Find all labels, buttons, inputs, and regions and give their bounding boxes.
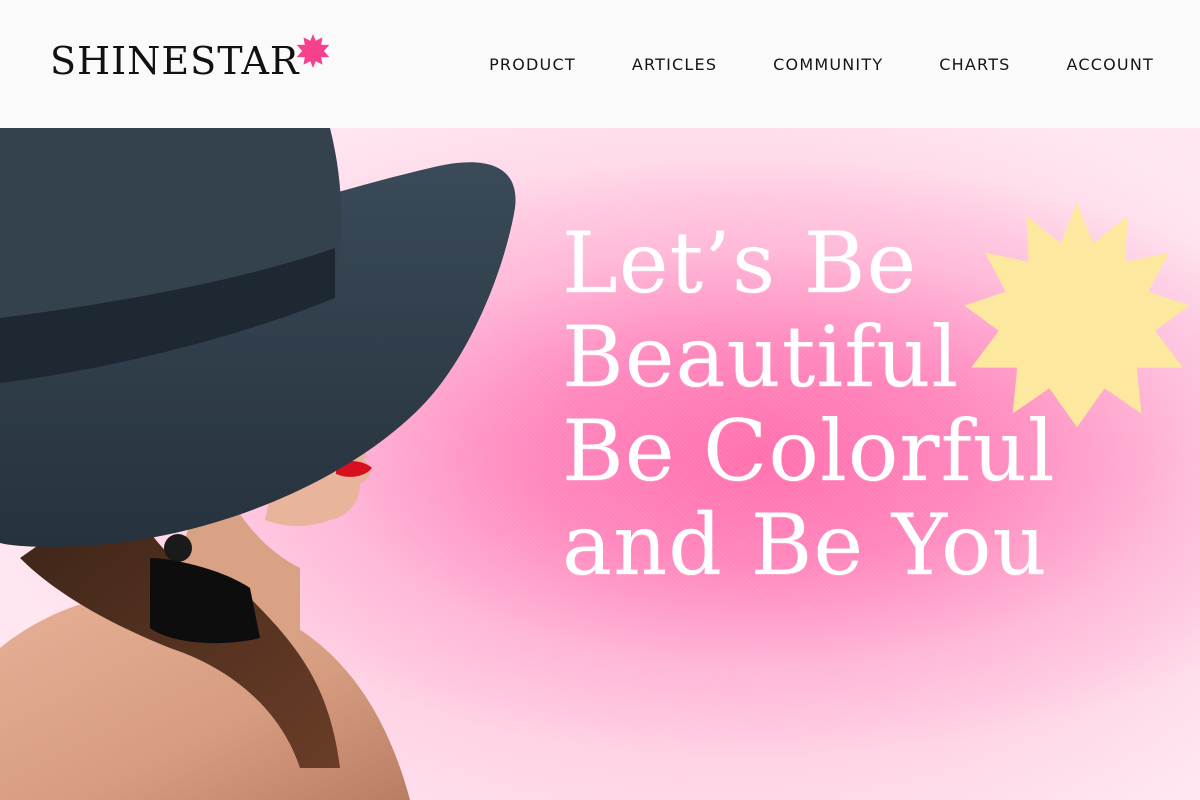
hero-portrait-image	[0, 128, 516, 800]
headline-line: Beautiful	[562, 308, 960, 406]
nav-item-community[interactable]: COMMUNITY	[773, 52, 883, 78]
main-nav: PRODUCT ARTICLES COMMUNITY CHARTS ACCOUN…	[433, 52, 1154, 78]
brand-name: SHINESTAR	[50, 39, 300, 83]
headline-line: Be Colorful	[562, 402, 1056, 500]
headline-line: and Be You	[562, 496, 1048, 594]
star-burst-icon	[296, 34, 329, 68]
hero-headline: Let’s Be Beautiful Be Colorful and Be Yo…	[562, 216, 1182, 592]
nav-item-charts[interactable]: CHARTS	[939, 52, 1010, 78]
site-header: SHINESTAR PRODUCT ARTICLES COMMUNITY CHA…	[0, 0, 1200, 128]
headline-line: Let’s Be	[562, 214, 918, 312]
nav-item-account[interactable]: ACCOUNT	[1067, 52, 1154, 78]
brand-logo[interactable]: SHINESTAR	[50, 34, 330, 88]
nav-item-articles[interactable]: ARTICLES	[632, 52, 717, 78]
nav-item-product[interactable]: PRODUCT	[489, 52, 576, 78]
hero-banner: Let’s Be Beautiful Be Colorful and Be Yo…	[0, 128, 1200, 800]
